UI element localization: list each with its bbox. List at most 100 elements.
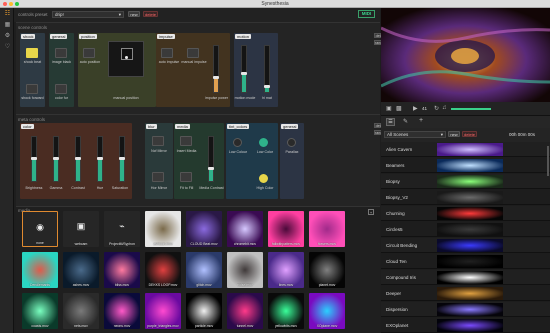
control-label: auto position (79, 60, 101, 64)
image-black-pad[interactable] (55, 48, 67, 58)
auto-impulse-pad[interactable] (161, 48, 173, 58)
brightness-fader[interactable] (31, 136, 37, 182)
scene-row[interactable]: Deeper (381, 286, 550, 301)
scene-row[interactable]: Biopsy (381, 174, 550, 189)
fader-handle[interactable] (53, 156, 59, 160)
grid-icon[interactable]: ▦ (4, 22, 11, 29)
media-tile[interactable]: flowers.mov (309, 211, 345, 247)
manual-impulse-pad[interactable] (187, 48, 199, 58)
volume-slider[interactable] (451, 108, 491, 110)
scene-thumbnail (437, 303, 503, 316)
scene-row[interactable]: Circuit Bending (381, 238, 550, 253)
saturation-fader[interactable] (119, 136, 125, 182)
scene-row[interactable]: Biopsy_V2 (381, 190, 550, 205)
media-tile[interactable]: purple_triangles.mov (145, 293, 181, 329)
media-tile[interactable]: noise.mov (227, 252, 263, 288)
xy-handle[interactable] (125, 56, 128, 59)
fader-handle[interactable] (97, 156, 103, 160)
screen-icon[interactable]: ▩ (396, 105, 402, 112)
impulse-power-fader[interactable] (213, 45, 219, 93)
media-tile[interactable]: bliss.mov (104, 252, 140, 288)
manual-position-xy-pad[interactable] (108, 41, 144, 77)
fader-handle[interactable] (208, 166, 214, 170)
fader-handle[interactable] (213, 76, 219, 80)
scene-name: Beamers (386, 163, 405, 168)
high-color-knob[interactable] (259, 174, 268, 183)
play-icon[interactable]: ▶ (413, 105, 418, 112)
media-contrast-fader[interactable] (208, 136, 214, 182)
fader-handle[interactable] (119, 156, 125, 160)
loop-icon[interactable]: ↻ (434, 105, 439, 112)
add-media-icon[interactable]: + (368, 209, 374, 215)
controls-icon[interactable]: ☷ (4, 11, 11, 18)
auto-position-pad[interactable] (83, 48, 95, 58)
heart-icon[interactable]: ♡ (4, 44, 11, 51)
scene-filter-select[interactable]: All Scenes ▾ (384, 131, 446, 138)
fit-to-fill-pad[interactable] (180, 172, 192, 182)
gear-icon[interactable]: ⚙ (4, 33, 11, 40)
title-bar: Synesthesia (0, 0, 550, 8)
plus-icon[interactable]: + (419, 117, 423, 124)
media-tile[interactable]: yellowbits.mov (268, 293, 304, 329)
contrast-fader[interactable] (75, 136, 81, 182)
media-tile[interactable]: neons.mov (104, 293, 140, 329)
media-tile[interactable]: ashtoon.mov (145, 211, 181, 247)
media-tile[interactable]: coasts.mov (22, 293, 58, 329)
media-tile[interactable]: chromebit.mov (227, 211, 263, 247)
scene-row[interactable]: Beamers (381, 158, 550, 173)
midi-button[interactable]: MIDI (358, 10, 375, 18)
scene-name: Biopsy_V2 (386, 195, 408, 200)
preset-select[interactable]: drip! ▾ (52, 11, 124, 18)
media-tile[interactable]: glitch.mov (186, 252, 222, 288)
media-tile[interactable]: particle.mov (186, 293, 222, 329)
delete-scene-button[interactable]: delete (462, 131, 477, 137)
scene-row[interactable]: EXOplanet (381, 318, 550, 333)
scene-row[interactable]: Churning (381, 206, 550, 221)
hor-mirror-pad[interactable] (152, 172, 164, 182)
fader-handle[interactable] (264, 85, 270, 89)
low-color-knob[interactable] (259, 138, 268, 147)
insert-media-pad[interactable] (180, 136, 192, 146)
pencil-icon[interactable]: ✎ (403, 118, 408, 125)
media-tile[interactable]: ⌁ ProjectM/Syphon (104, 211, 140, 247)
gamma-fader[interactable] (53, 136, 59, 182)
low-colour-knob[interactable] (233, 138, 242, 147)
scene-row[interactable]: Alien Cavern (381, 142, 550, 157)
media-tile[interactable]: lines.mov (268, 252, 304, 288)
media-tile[interactable]: DEKKS LOOP.mov (145, 252, 181, 288)
media-tile[interactable]: Dendlemants (22, 252, 58, 288)
scene-row[interactable]: Dispersion (381, 302, 550, 317)
media-tile-label: flowers.mov (317, 242, 337, 246)
time-readout: 00h 00m 00s (509, 132, 536, 137)
delete-preset-button[interactable]: delete (143, 11, 158, 17)
volume-icon[interactable]: ♫ (442, 105, 447, 111)
media-tile[interactable]: ◉ none (22, 211, 58, 247)
media-tile[interactable]: ashes.mov (63, 252, 99, 288)
fader-handle[interactable] (75, 156, 81, 160)
fader-handle[interactable] (31, 156, 37, 160)
media-tile[interactable]: tunnel.mov (227, 293, 263, 329)
scene-row[interactable]: Circles5 (381, 222, 550, 237)
media-tile[interactable]: XOplane.mov (309, 293, 345, 329)
media-tile[interactable]: ▣ webcam (63, 211, 99, 247)
parallax-knob[interactable] (287, 138, 296, 147)
ncf-mirror-pad[interactable] (152, 136, 164, 146)
media-tile[interactable]: planet.mov (309, 252, 345, 288)
new-scene-button[interactable]: new (448, 131, 460, 137)
monitor-icon[interactable]: ▣ (386, 105, 392, 112)
media-tile[interactable]: CLOUD Beat.mov (186, 211, 222, 247)
media-tile[interactable]: nets.mov (63, 293, 99, 329)
scene-row[interactable]: Cloud Ten (381, 254, 550, 269)
scene-row[interactable]: Compound Iris (381, 270, 550, 285)
list-icon[interactable]: ☰ (386, 118, 395, 126)
shock-forward-pad[interactable] (26, 84, 38, 94)
hi-mat-fader[interactable] (264, 45, 270, 93)
new-preset-button[interactable]: new (128, 11, 140, 17)
media-tile[interactable]: fallwithpatters.mov (268, 211, 304, 247)
hue-fader[interactable] (97, 136, 103, 182)
color-fur-pad[interactable] (55, 84, 67, 94)
shock-beat-pad[interactable] (26, 48, 38, 58)
scene-list-scrollbar[interactable] (547, 146, 549, 176)
fader-handle[interactable] (241, 71, 247, 75)
motion-mode-fader[interactable] (241, 45, 247, 93)
